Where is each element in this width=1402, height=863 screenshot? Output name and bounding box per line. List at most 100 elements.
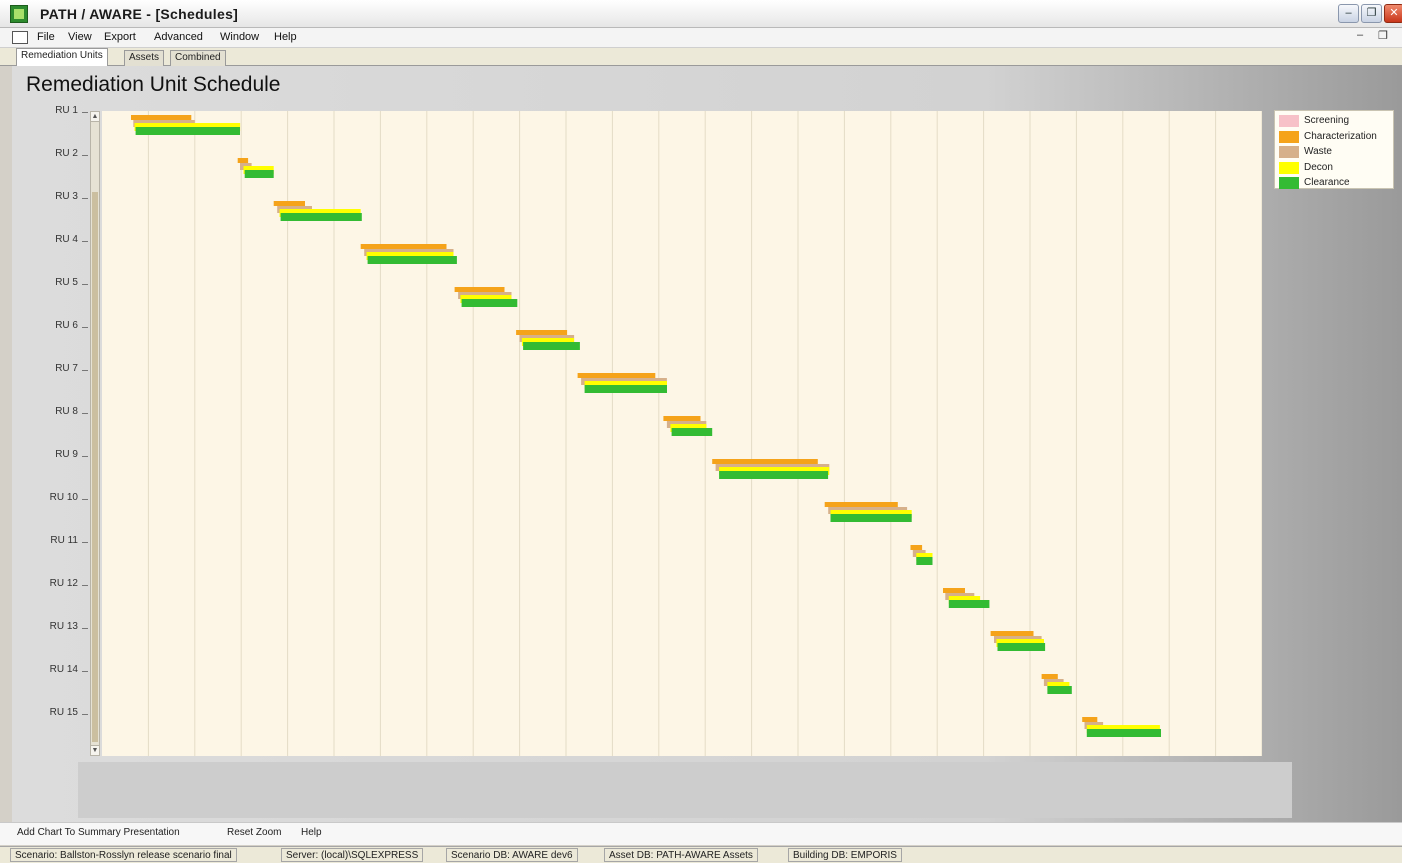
menu-window[interactable]: Window [220, 31, 259, 43]
y-tick [82, 456, 88, 457]
bar-characterization-ru8[interactable] [663, 416, 701, 421]
bar-characterization-ru2[interactable] [237, 158, 249, 163]
bar-clearance-ru5[interactable] [461, 299, 518, 307]
y-tick [82, 671, 88, 672]
y-tick [82, 413, 88, 414]
bar-characterization-ru10[interactable] [824, 502, 898, 507]
legend-swatch [1279, 177, 1299, 189]
y-tick-label: RU 4 [55, 234, 78, 245]
y-tick-label: RU 9 [55, 449, 78, 460]
plot-area[interactable] [102, 111, 1262, 756]
minimize-button[interactable]: – [1338, 4, 1359, 23]
y-tick [82, 628, 88, 629]
legend-label: Waste [1304, 146, 1332, 157]
y-tick [82, 714, 88, 715]
bar-characterization-ru6[interactable] [516, 330, 568, 335]
status-scenario: Scenario: Ballston-Rosslyn release scena… [10, 848, 237, 862]
legend-swatch [1279, 146, 1299, 158]
tab-assets[interactable]: Assets [124, 50, 165, 66]
bar-clearance-ru10[interactable] [830, 514, 912, 522]
bar-characterization-ru1[interactable] [131, 115, 192, 120]
scroll-down-arrow-icon[interactable]: ▼ [91, 745, 99, 755]
status-server: Server: (local)\SQLEXPRESS [281, 848, 424, 862]
y-tick-label: RU 5 [55, 277, 78, 288]
bar-clearance-ru13[interactable] [997, 643, 1046, 651]
bar-characterization-ru7[interactable] [577, 373, 656, 378]
application-window: PATH / AWARE - [Schedules] – ❐ ✕ File Vi… [0, 0, 1402, 863]
bar-clearance-ru15[interactable] [1086, 729, 1161, 737]
menu-file[interactable]: File [37, 31, 55, 43]
y-tick [82, 542, 88, 543]
bar-clearance-ru6[interactable] [523, 342, 580, 350]
bar-clearance-ru9[interactable] [719, 471, 829, 479]
y-tick [82, 585, 88, 586]
bar-clearance-ru11[interactable] [916, 557, 933, 565]
bar-characterization-ru14[interactable] [1041, 674, 1058, 679]
y-tick [82, 155, 88, 156]
menu-view[interactable]: View [68, 31, 92, 43]
bar-clearance-ru4[interactable] [367, 256, 457, 264]
bar-clearance-ru8[interactable] [671, 428, 713, 436]
bar-characterization-ru9[interactable] [712, 459, 818, 464]
bar-clearance-ru14[interactable] [1047, 686, 1072, 694]
legend-label: Decon [1304, 161, 1333, 173]
bar-clearance-ru2[interactable] [244, 170, 274, 178]
chart-title: Remediation Unit Schedule [26, 73, 281, 96]
bar-clearance-ru7[interactable] [584, 385, 667, 393]
bar-characterization-ru11[interactable] [910, 545, 923, 550]
bar-characterization-ru15[interactable] [1082, 717, 1098, 722]
reset-zoom-button[interactable]: Reset Zoom [227, 827, 281, 838]
tab-combined[interactable]: Combined [170, 50, 226, 66]
tab-remediation-units[interactable]: Remediation Units [16, 48, 108, 66]
menu-advanced[interactable]: Advanced [154, 31, 203, 43]
y-tick-label: RU 12 [49, 578, 78, 589]
status-scenario-db: Scenario DB: AWARE dev6 [446, 848, 578, 862]
close-button[interactable]: ✕ [1384, 4, 1402, 23]
menu-help[interactable]: Help [274, 31, 297, 43]
menu-export[interactable]: Export [104, 31, 136, 43]
gantt-chart[interactable] [102, 111, 1262, 756]
bar-characterization-ru4[interactable] [360, 244, 447, 249]
chart-legend: Screening Characterization Waste Decon Clear… [1274, 110, 1394, 189]
y-tick [82, 327, 88, 328]
legend-swatch [1279, 115, 1299, 127]
document-window-icon[interactable] [12, 31, 28, 44]
vertical-scrollbar[interactable]: ▲ ▼ [90, 111, 100, 756]
bar-characterization-ru3[interactable] [273, 201, 305, 206]
y-tick [82, 284, 88, 285]
bar-characterization-ru12[interactable] [943, 588, 965, 593]
status-building-db: Building DB: EMPORIS [788, 848, 902, 862]
y-tick-label: RU 14 [49, 664, 78, 675]
bar-characterization-ru5[interactable] [454, 287, 505, 292]
y-tick-label: RU 2 [55, 148, 78, 159]
legend-swatch [1279, 130, 1299, 143]
child-restore-button[interactable]: ❐ [1378, 29, 1388, 42]
status-bar: Scenario: Ballston-Rosslyn release scena… [0, 846, 1402, 863]
y-tick-label: RU 6 [55, 320, 78, 331]
title-bar[interactable]: PATH / AWARE - [Schedules] – ❐ ✕ [0, 0, 1402, 28]
y-tick-label: RU 7 [55, 363, 78, 374]
child-minimize-button[interactable]: – [1357, 29, 1363, 41]
scroll-thumb[interactable] [92, 192, 98, 742]
x-axis-band [78, 762, 1292, 818]
y-tick-label: RU 13 [49, 621, 78, 632]
bar-characterization-ru13[interactable] [990, 631, 1034, 636]
menu-bar: File View Export Advanced Window Help – … [0, 28, 1402, 48]
add-chart-to-summary-button[interactable]: Add Chart To Summary Presentation [17, 827, 180, 838]
legend-label: Characterization [1304, 130, 1377, 142]
y-tick-label: RU 3 [55, 191, 78, 202]
y-tick [82, 241, 88, 242]
maximize-button[interactable]: ❐ [1361, 4, 1382, 23]
status-asset-db: Asset DB: PATH-AWARE Assets [604, 848, 758, 862]
y-tick-label: RU 1 [55, 105, 78, 116]
y-tick [82, 198, 88, 199]
help-button[interactable]: Help [301, 827, 322, 838]
legend-swatch [1279, 161, 1299, 174]
y-tick-label: RU 10 [49, 492, 78, 503]
bar-clearance-ru3[interactable] [280, 213, 362, 221]
scroll-up-arrow-icon[interactable]: ▲ [91, 112, 99, 122]
legend-label: Screening [1304, 115, 1350, 126]
y-tick-label: RU 15 [49, 707, 78, 718]
bar-clearance-ru12[interactable] [948, 600, 990, 608]
bar-clearance-ru1[interactable] [135, 127, 240, 135]
